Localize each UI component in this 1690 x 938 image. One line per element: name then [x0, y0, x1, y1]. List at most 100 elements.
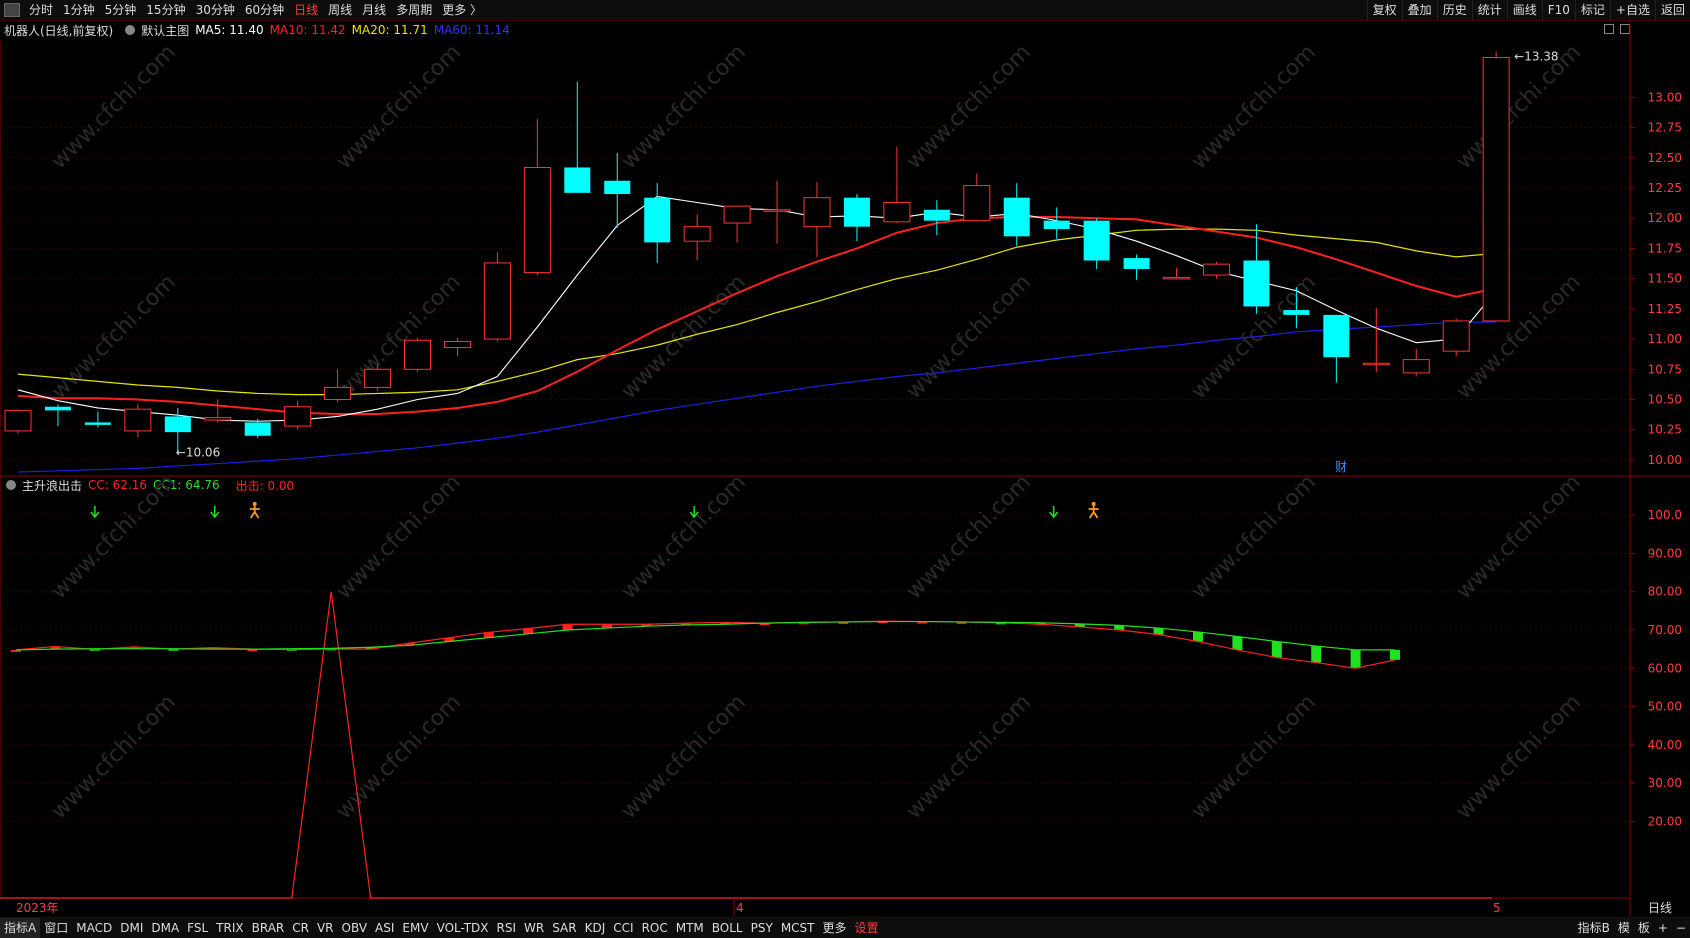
- indicator-tab[interactable]: 指标A: [0, 918, 41, 938]
- candle: [204, 399, 232, 423]
- candle: [923, 200, 950, 236]
- candle: [644, 183, 671, 263]
- candle: [124, 404, 152, 437]
- indicator-tab[interactable]: RSI: [493, 918, 521, 938]
- candle-body: [803, 197, 831, 228]
- bottom-tool-button[interactable]: +: [1654, 918, 1672, 938]
- candle: [244, 418, 271, 439]
- indicator-subchart: [0, 502, 1492, 899]
- bottom-tool-button[interactable]: 板: [1634, 918, 1654, 938]
- grid-lines: [0, 20, 1690, 916]
- indicator-tab[interactable]: PSY: [747, 918, 777, 938]
- indicator-tabs: 指标A 窗口 MACD DMI DMA FSL TRIX BRAR CR VR OBV ASI EMV V…: [0, 918, 883, 938]
- indicator-tab[interactable]: 更多: [819, 918, 851, 938]
- watermark-text: www.cfchi.com: [332, 270, 466, 404]
- indicator-tab[interactable]: OBV: [338, 918, 372, 938]
- indicator-tab[interactable]: BOLL: [708, 918, 747, 938]
- candle-body: [284, 406, 312, 427]
- candle: [1402, 348, 1430, 377]
- candle: [1442, 318, 1470, 356]
- candle-body: [523, 166, 551, 274]
- candle: [1362, 307, 1390, 372]
- candle: [843, 194, 870, 242]
- candle-body: [1083, 220, 1110, 261]
- watermark-text: www.cfchi.com: [47, 470, 181, 604]
- watermark-text: www.cfchi.com: [332, 690, 466, 824]
- indicator-tab[interactable]: VOL-TDX: [433, 918, 493, 938]
- watermark-text: www.cfchi.com: [1452, 470, 1586, 604]
- bottom-tool-button[interactable]: 指标B: [1574, 918, 1614, 938]
- indicator-tab[interactable]: EMV: [398, 918, 432, 938]
- candle: [1043, 207, 1070, 239]
- indicator-tab[interactable]: KDJ: [581, 918, 610, 938]
- watermark-text: www.cfchi.com: [902, 690, 1036, 824]
- candle-body: [443, 340, 471, 349]
- candle-body: [1003, 197, 1030, 237]
- candle: [1203, 261, 1230, 279]
- indicator-bar: [1390, 649, 1400, 660]
- candle: [443, 337, 471, 356]
- indicator-tab[interactable]: MACD: [72, 918, 116, 938]
- candle-body: [244, 422, 271, 436]
- indicator-tab[interactable]: MCST: [777, 918, 819, 938]
- price-axis-label: 12.25: [1648, 181, 1682, 195]
- candle: [4, 409, 32, 434]
- indicator-tab[interactable]: TRIX: [212, 918, 247, 938]
- watermark-text: www.cfchi.com: [1187, 40, 1321, 174]
- indicator-tab[interactable]: DMI: [116, 918, 147, 938]
- candle-body: [963, 185, 991, 222]
- indicator-bar: [1271, 641, 1282, 658]
- indicator-tab[interactable]: 设置: [851, 918, 883, 938]
- indicator-tab[interactable]: DMA: [147, 918, 183, 938]
- candle: [723, 205, 751, 243]
- candlesticks: [4, 51, 1510, 453]
- indicator-tab[interactable]: 窗口: [40, 918, 72, 938]
- watermark-text: www.cfchi.com: [617, 270, 751, 404]
- indicator-tab[interactable]: WR: [520, 918, 548, 938]
- bottom-right-tools: 指标B 模板 + −: [1574, 918, 1690, 938]
- indicator-tab[interactable]: BRAR: [248, 918, 289, 938]
- candle: [1163, 267, 1191, 280]
- low-price-label: ←10.06: [176, 446, 220, 460]
- candle-body: [84, 422, 111, 425]
- candle-body: [1123, 258, 1150, 269]
- candle-body: [1203, 263, 1230, 276]
- indicator-tab[interactable]: CCI: [609, 918, 637, 938]
- attack-person-head-icon: [252, 502, 257, 506]
- bottom-tool-button[interactable]: 模: [1614, 918, 1634, 938]
- candle: [523, 119, 551, 276]
- candle-body: [843, 197, 870, 227]
- candle: [1083, 218, 1110, 269]
- watermark-text: www.cfchi.com: [332, 470, 466, 604]
- indicator-tab[interactable]: ROC: [638, 918, 672, 938]
- sub-axis-label: 60.00: [1648, 661, 1682, 675]
- price-axis-label: 13.00: [1648, 90, 1682, 104]
- cc1-line: [15, 620, 1395, 651]
- price-axis-label: 11.50: [1648, 272, 1682, 286]
- bottom-tool-button[interactable]: −: [1672, 918, 1690, 938]
- indicator-bar: [1311, 646, 1322, 663]
- candle-body: [1243, 260, 1270, 307]
- candle-body: [1482, 57, 1510, 322]
- candle: [803, 181, 831, 257]
- indicator-tab[interactable]: CR: [288, 918, 313, 938]
- indicator-tab[interactable]: VR: [313, 918, 338, 938]
- indicator-tab[interactable]: FSL: [183, 918, 212, 938]
- watermark-text: www.cfchi.com: [902, 470, 1036, 604]
- sub-axis-label: 80.00: [1648, 585, 1682, 599]
- candle-body: [923, 209, 950, 221]
- price-axis-label: 12.50: [1648, 151, 1682, 165]
- candle-body: [1442, 320, 1470, 352]
- candle-body: [763, 209, 791, 212]
- period-label: 日线: [1648, 901, 1672, 915]
- candle: [683, 214, 711, 261]
- kline-chart[interactable]: www.cfchi.com www.cfchi.com www.cfchi.com w…: [0, 0, 1690, 916]
- candle-body: [644, 197, 671, 243]
- indicator-tab[interactable]: ASI: [371, 918, 398, 938]
- price-axis-label: 12.00: [1648, 211, 1682, 225]
- candle-body: [404, 339, 431, 370]
- indicator-tab[interactable]: MTM: [672, 918, 708, 938]
- candle-body: [883, 202, 911, 223]
- indicator-tab[interactable]: SAR: [548, 918, 580, 938]
- moving-averages: [17, 195, 1497, 473]
